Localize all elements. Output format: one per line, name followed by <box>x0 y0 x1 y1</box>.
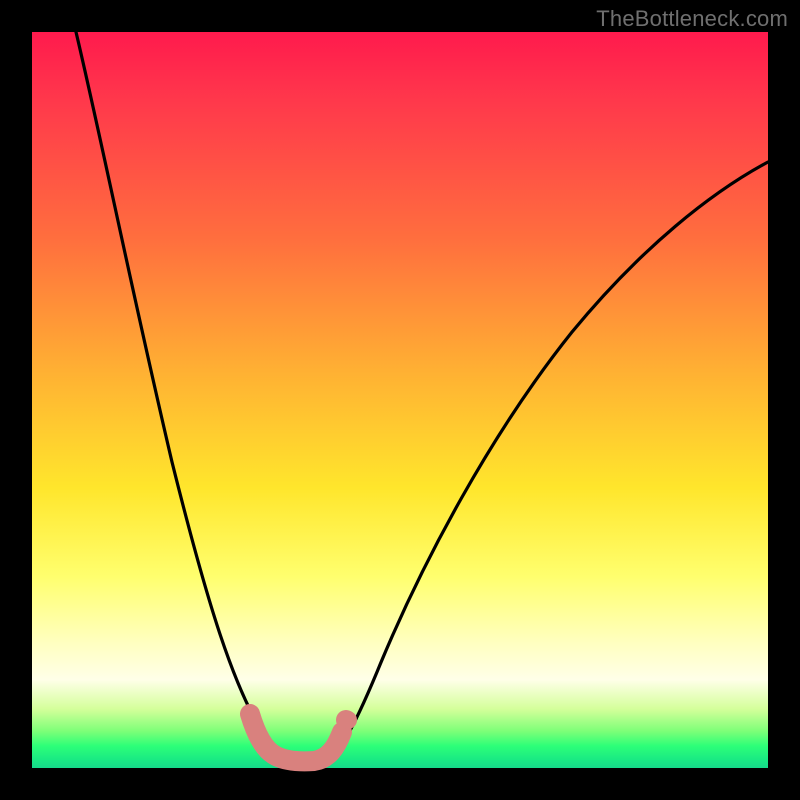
chart-frame: TheBottleneck.com <box>0 0 800 800</box>
optimal-band-marker <box>250 714 346 761</box>
chart-svg <box>32 32 768 768</box>
watermark-text: TheBottleneck.com <box>596 6 788 32</box>
bottleneck-curve <box>76 32 768 762</box>
optimal-band-end-dot <box>339 711 357 729</box>
